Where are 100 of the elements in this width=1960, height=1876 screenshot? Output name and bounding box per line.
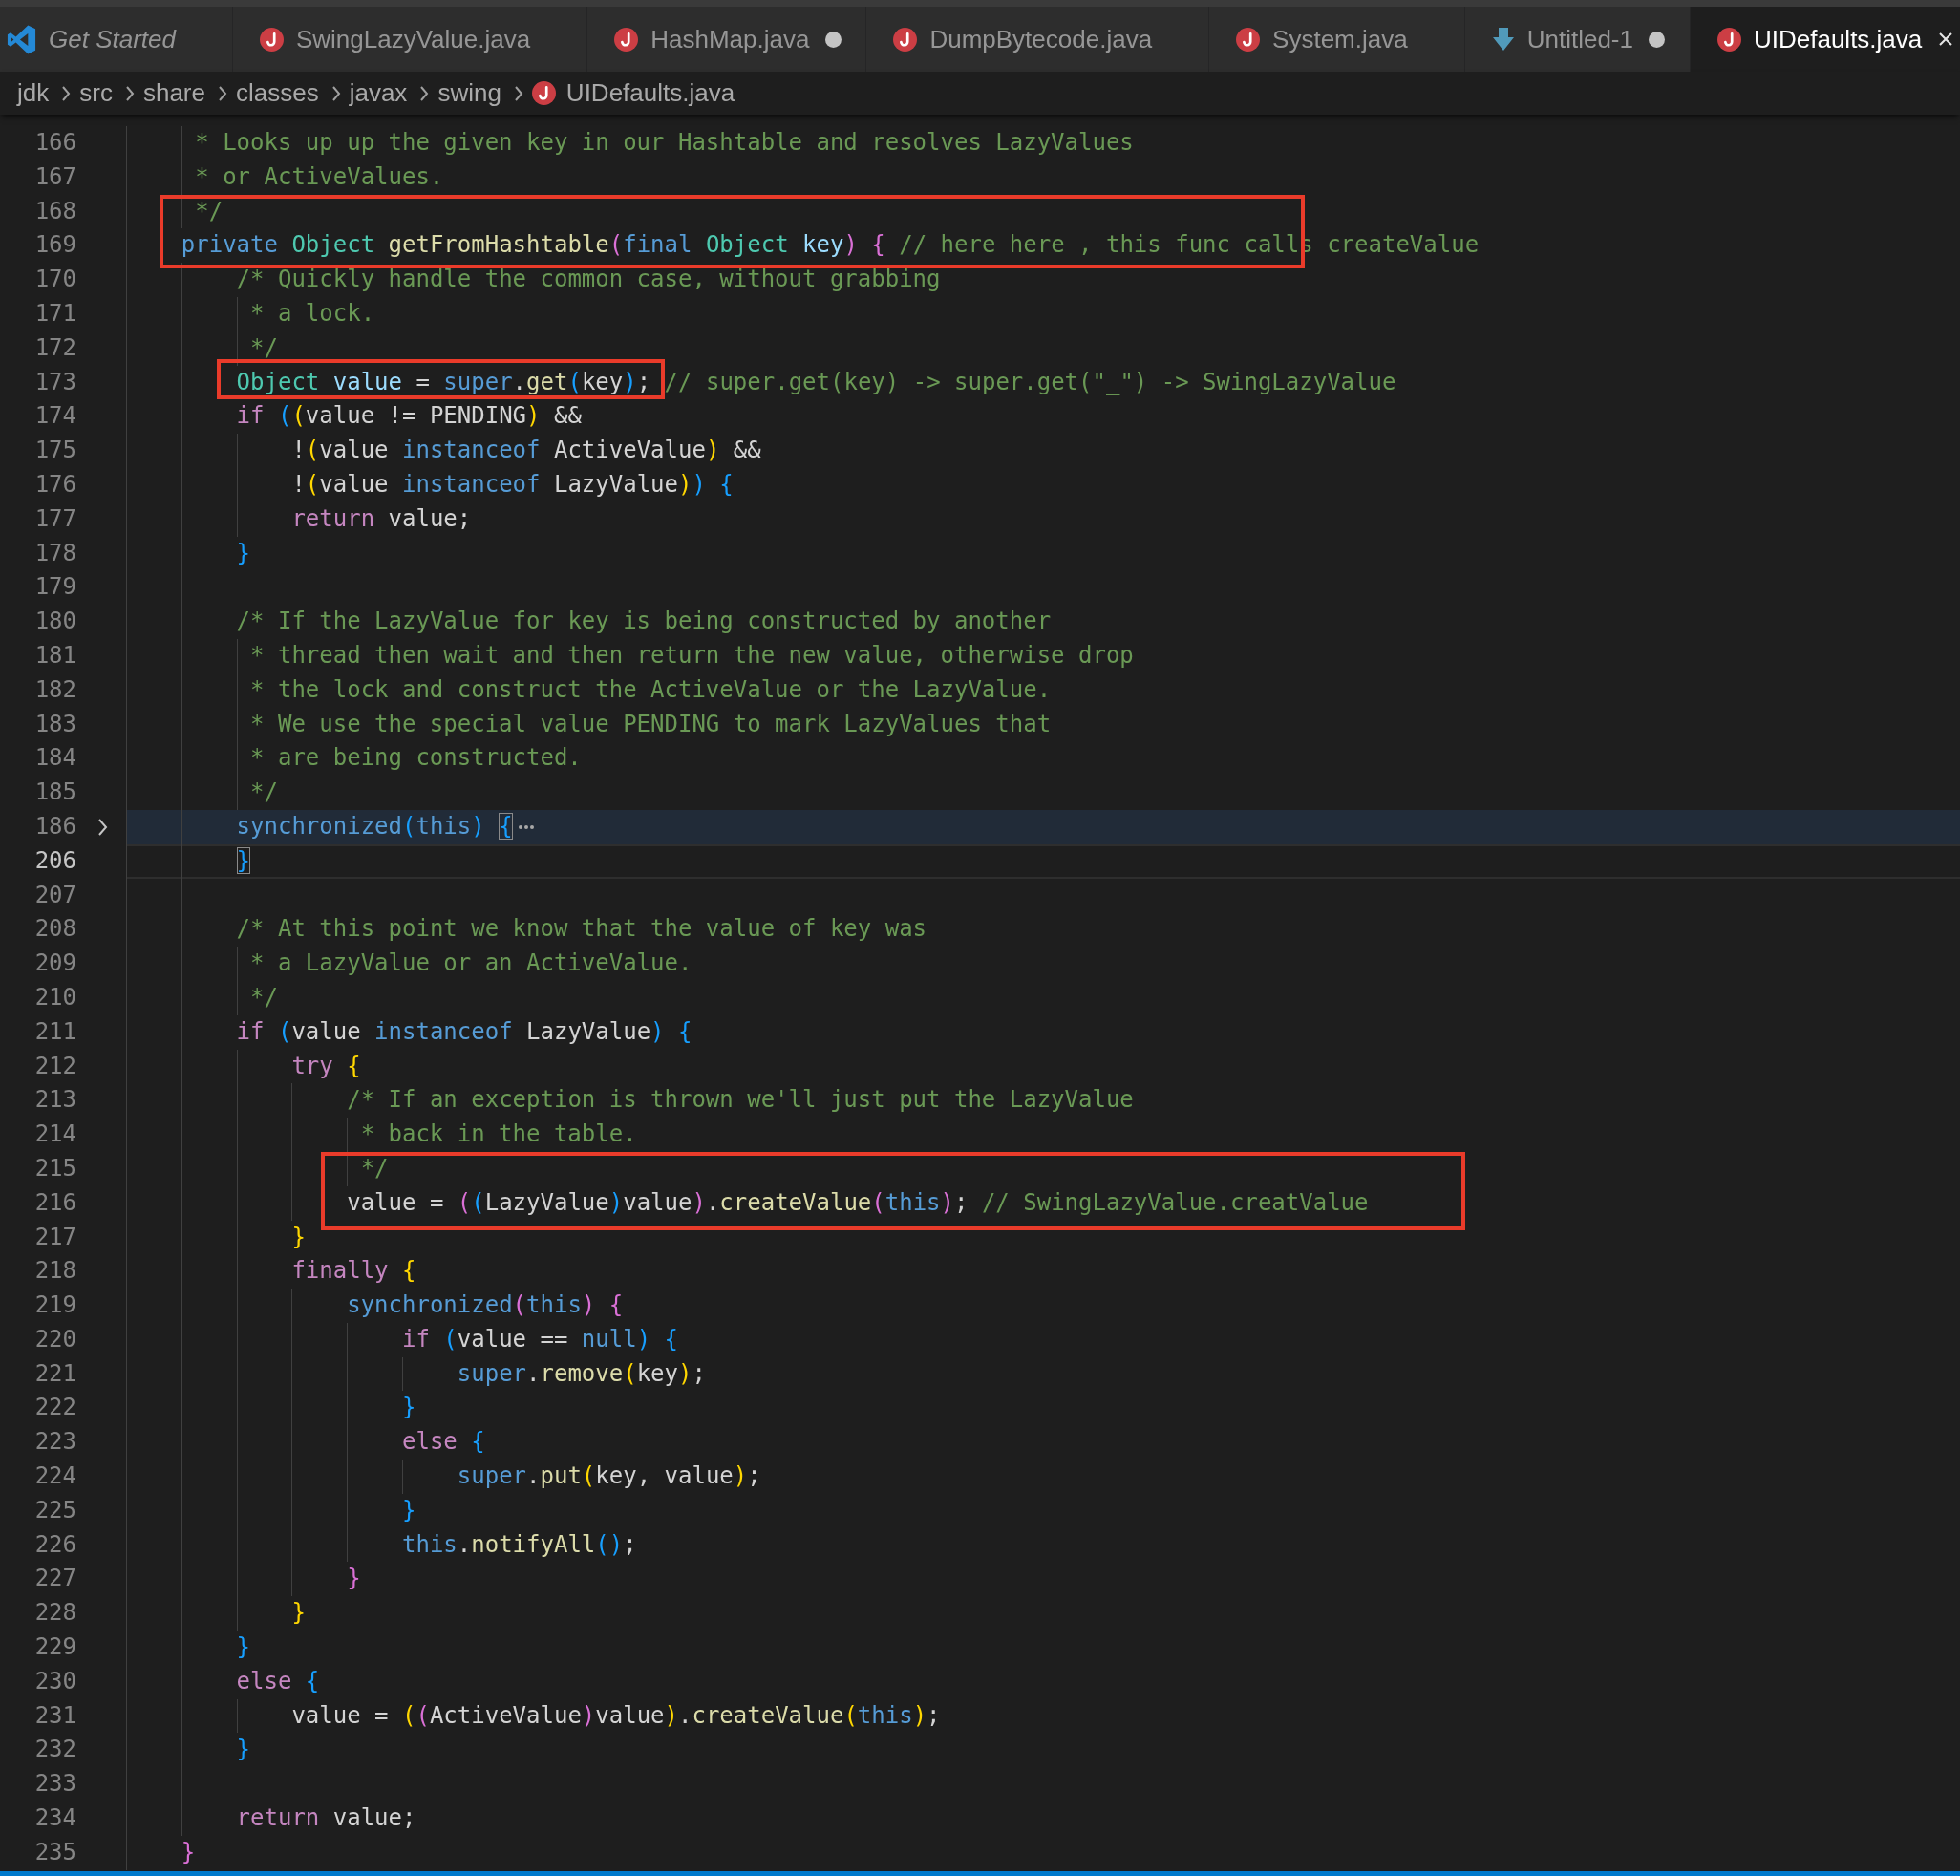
code-line: else {: [236, 1666, 320, 1696]
editor-tab[interactable]: Untitled-1: [1464, 7, 1691, 72]
code-line: !(value instanceof ActiveValue) &&: [291, 436, 761, 466]
line-number: 213: [34, 1085, 76, 1116]
code-line: * the lock and construct the ActiveValue or the LazyValue.: [250, 674, 1052, 705]
editor-tab[interactable]: Get Started: [0, 7, 233, 72]
line-number: 184: [34, 743, 76, 774]
line-number: 209: [34, 949, 76, 979]
editor-tab[interactable]: UIDefaults.java: [1691, 7, 1960, 72]
line-number: 186: [34, 811, 76, 842]
line-number: 223: [34, 1427, 76, 1458]
line-number: 174: [34, 401, 76, 432]
breadcrumb-item[interactable]: javax: [349, 78, 408, 108]
code-line: synchronized(this) {: [347, 1290, 624, 1321]
file-type-icon: [531, 81, 556, 105]
code-line: if (value instanceof LazyValue) {: [236, 1016, 692, 1047]
line-number: 185: [34, 778, 76, 808]
breadcrumb-item[interactable]: src: [79, 78, 113, 108]
code-line: */: [250, 778, 278, 808]
breadcrumb-item[interactable]: classes: [235, 78, 319, 108]
code-line: else {: [402, 1427, 485, 1458]
line-number: 227: [34, 1564, 76, 1594]
code-line: /* At this point we know that the value of key was: [236, 914, 927, 945]
line-number: 212: [34, 1051, 76, 1081]
line-number: 214: [34, 1119, 76, 1150]
code-line: }: [291, 1222, 306, 1252]
line-number: 235: [34, 1837, 76, 1867]
line-number: 183: [34, 709, 76, 739]
line-number: 228: [34, 1598, 76, 1629]
code-line: * back in the table.: [360, 1119, 637, 1150]
line-number: 215: [34, 1153, 76, 1183]
editor-tab[interactable]: System.java: [1209, 7, 1465, 72]
breadcrumb-item[interactable]: UIDefaults.java: [531, 78, 735, 108]
breadcrumb-item[interactable]: jdk: [17, 78, 50, 108]
code-line: /* If the LazyValue for key is being constructed by another: [236, 607, 1052, 637]
code-line: finally {: [291, 1256, 416, 1287]
line-number: 210: [34, 982, 76, 1013]
line-number: 233: [34, 1769, 76, 1800]
code-line: * We use the special value PENDING to mark LazyValues that: [250, 709, 1052, 739]
line-number: 229: [34, 1632, 76, 1663]
code-line: */: [250, 982, 278, 1013]
line-number: 222: [34, 1393, 76, 1423]
line-number: 176: [34, 469, 76, 500]
line-number: 173: [34, 367, 76, 397]
code-line: super.put(key, value);: [457, 1461, 761, 1492]
line-number: 219: [34, 1290, 76, 1321]
code-line: return value;: [236, 1803, 416, 1834]
line-number: 221: [34, 1358, 76, 1389]
close-icon[interactable]: [1938, 32, 1954, 47]
breadcrumb-item[interactable]: swing: [437, 78, 501, 108]
code-line: * are being constructed.: [250, 743, 582, 774]
arrow-down-icon: [1491, 27, 1515, 52]
code-line: }: [236, 538, 251, 568]
file-type-icon: [259, 27, 284, 52]
line-number: 170: [34, 265, 76, 295]
code-line: }: [402, 1393, 416, 1423]
code-line: * a LazyValue or an ActiveValue.: [250, 949, 692, 979]
line-number: 217: [34, 1222, 76, 1252]
code-line: /* Quickly handle the common case, without grabbing: [236, 265, 941, 295]
line-number: 177: [34, 503, 76, 534]
code-line: */: [250, 332, 278, 363]
code-line: synchronized(this) {: [236, 811, 513, 842]
code-line: }: [291, 1598, 306, 1629]
editor-tab[interactable]: DumpBytecode.java: [866, 7, 1210, 72]
code-line: value = ((LazyValue)value).createValue(this); // SwingLazyValue.creatValue: [347, 1187, 1369, 1218]
line-number: 226: [34, 1529, 76, 1560]
file-type-icon: [614, 27, 639, 52]
code-line: }: [347, 1564, 361, 1594]
file-type-icon: [893, 27, 918, 52]
line-number: 182: [34, 674, 76, 705]
editor-tab[interactable]: SwingLazyValue.java: [232, 7, 588, 72]
line-number: 166: [34, 128, 76, 158]
editor-tab[interactable]: HashMap.java: [587, 7, 867, 72]
code-line: * thread then wait and then return the new value, otherwise drop: [250, 640, 1134, 671]
code-line: try {: [291, 1051, 361, 1081]
file-type-icon: [1236, 27, 1261, 52]
line-number: 172: [34, 332, 76, 363]
line-number: 171: [34, 299, 76, 329]
code-line: * Looks up up the given key in our Hashtable and resolves LazyValues: [195, 128, 1134, 158]
code-line: Object value = super.get(key); // super.get(key) -> super.get("_") -> SwingLazyValue: [236, 367, 1396, 397]
line-number: 211: [34, 1016, 76, 1047]
code-line: value = ((ActiveValue)value).createValue(this);: [291, 1700, 941, 1731]
code-line: }: [181, 1837, 196, 1867]
line-number: 225: [34, 1495, 76, 1525]
code-line: * a lock.: [250, 299, 375, 329]
breadcrumb-item[interactable]: share: [142, 78, 205, 108]
code-line: super.remove(key);: [457, 1358, 706, 1389]
line-number: 180: [34, 607, 76, 637]
line-number: 169: [34, 230, 76, 261]
line-number: 231: [34, 1700, 76, 1731]
code-line: this.notifyAll();: [402, 1529, 637, 1560]
line-number: 216: [34, 1187, 76, 1218]
line-number: 220: [34, 1324, 76, 1354]
line-number: 224: [34, 1461, 76, 1492]
code-line: }: [236, 1632, 251, 1663]
ellipsis-icon[interactable]: [517, 822, 535, 831]
line-number: 179: [34, 572, 76, 603]
line-number: 208: [34, 914, 76, 945]
code-line: /* If an exception is thrown we'll just put the LazyValue: [347, 1085, 1134, 1116]
line-number: 167: [34, 161, 76, 192]
